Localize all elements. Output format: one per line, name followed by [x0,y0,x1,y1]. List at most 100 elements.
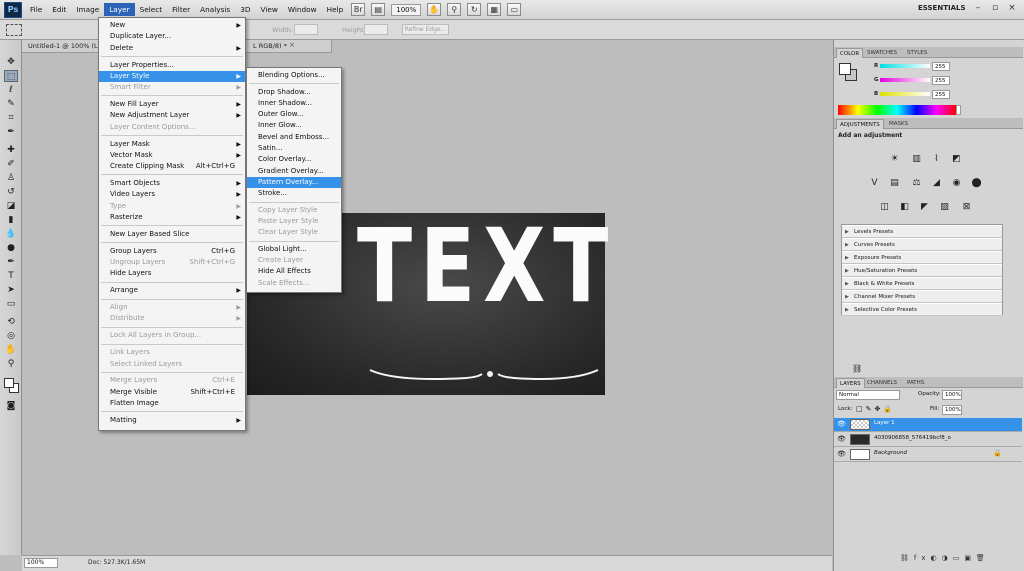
status-doc-size[interactable]: Doc: 527.3K/1.65M [88,559,145,566]
menu-item-blending-options[interactable]: Blending Options... [247,70,341,81]
red-slider[interactable] [880,64,930,68]
maximize-icon[interactable]: ▫ [989,3,1001,15]
layer-name[interactable]: 4030906858_576419bcf8_o [874,435,951,441]
menu-item-new-adjustment-layer[interactable]: New Adjustment Layer ▶ [99,110,245,121]
path-selection-tool-icon[interactable]: ➤ [4,284,18,296]
hand-tool-icon[interactable]: ✋ [4,344,18,356]
red-value[interactable]: 255 [932,62,950,71]
hue-saturation-icon[interactable]: ▤ [888,177,901,190]
levels-icon[interactable]: ▥ [910,153,923,166]
menu-item-satin[interactable]: Satin... [247,143,341,154]
menu-item-bevel-and-emboss[interactable]: Bevel and Emboss... [247,132,341,143]
move-tool-icon[interactable]: ✥ [4,56,18,68]
menu-item-pattern-overlay[interactable]: Pattern Overlay... [247,176,341,188]
visibility-eye-icon[interactable]: 👁 [837,450,846,458]
menu-item-layer-properties[interactable]: Layer Properties... [99,60,245,71]
spectrum-white-swatch[interactable] [956,105,961,115]
tab-adjustments[interactable]: ADJUSTMENTS [836,119,884,129]
layer-name[interactable]: Layer 1 [874,420,895,426]
color-spectrum-bar[interactable] [838,105,956,115]
menu-item-gradient-overlay[interactable]: Gradient Overlay... [247,166,341,177]
menu-item-matting[interactable]: Matting ▶ [99,415,245,426]
hand-tool-icon[interactable]: ✋ [427,3,442,16]
tab-swatches[interactable]: SWATCHES [864,48,900,58]
3d-rotate-tool-icon[interactable]: ⟲ [4,316,18,328]
menu-filter[interactable]: Filter [167,3,195,16]
crop-tool-icon[interactable]: ⌗ [4,112,18,124]
exposure-icon[interactable]: ◩ [950,153,963,166]
dodge-tool-icon[interactable]: ● [4,242,18,254]
gradient-tool-icon[interactable]: ▮ [4,214,18,226]
arrange-documents-icon[interactable]: ▦ [487,3,502,16]
menu-item-delete[interactable]: Delete ▶ [99,43,245,54]
workspace-switcher[interactable]: ESSENTIALS [918,4,966,12]
rect-marquee-tool-icon[interactable]: ⬚ [4,70,18,82]
menu-analysis[interactable]: Analysis [195,3,235,16]
menu-item-new-fill-layer[interactable]: New Fill Layer ▶ [99,99,245,110]
history-brush-tool-icon[interactable]: ↺ [4,186,18,198]
tab-styles[interactable]: STYLES [904,48,930,58]
posterize-icon[interactable]: ◧ [898,201,911,214]
tab-channels[interactable]: CHANNELS [864,378,900,388]
menu-item-video-layers[interactable]: Video Layers ▶ [99,189,245,200]
photo-filter-icon[interactable]: ◉ [950,177,963,190]
layer-row-background[interactable]: 👁 Background 🔒 [834,448,1022,462]
menu-item-inner-shadow[interactable]: Inner Shadow... [247,98,341,109]
tab-paths[interactable]: PATHS [904,378,927,388]
green-slider[interactable] [880,78,930,82]
menu-item-group-layers[interactable]: Group Layers Ctrl+G [99,246,245,257]
menu-item-hide-all-effects[interactable]: Hide All Effects [247,266,341,277]
green-value[interactable]: 255 [932,76,950,85]
curves-icon[interactable]: ⌇ [930,153,943,166]
menu-item-vector-mask[interactable]: Vector Mask ▶ [99,150,245,161]
bridge-icon[interactable]: Br [351,3,366,16]
visibility-eye-icon[interactable]: 👁 [837,420,846,428]
menu-item-rasterize[interactable]: Rasterize ▶ [99,212,245,223]
brush-tool-icon[interactable]: ✐ [4,158,18,170]
menu-item-stroke[interactable]: Stroke... [247,188,341,199]
quick-mask-icon[interactable]: ◙ [4,400,18,412]
channel-mixer-icon[interactable]: ⬤ [970,177,983,190]
clip-to-layer-icon[interactable]: ⛓ [852,364,862,373]
menu-view[interactable]: View [256,3,283,16]
black-white-icon[interactable]: ◢ [930,177,943,190]
layer-row-image[interactable]: 👁 4030906858_576419bcf8_o [834,433,1022,447]
menu-item-smart-objects[interactable]: Smart Objects ▶ [99,178,245,189]
menu-item-drop-shadow[interactable]: Drop Shadow... [247,87,341,98]
zoom-tool-icon[interactable]: ⚲ [4,358,18,370]
3d-orbit-tool-icon[interactable]: ◎ [4,330,18,342]
lasso-tool-icon[interactable]: ℓ [4,84,18,96]
tab-color[interactable]: COLOR [836,48,864,58]
screen-mode-icon[interactable]: ▭ [507,3,522,16]
menu-item-merge-visible[interactable]: Merge Visible Shift+Ctrl+E [99,387,245,398]
panel-foreground-swatch[interactable] [839,63,851,75]
menu-item-hide-layers[interactable]: Hide Layers [99,268,245,279]
tab-layers[interactable]: LAYERS [836,378,865,388]
menu-item-inner-glow[interactable]: Inner Glow... [247,120,341,131]
tab-masks[interactable]: MASKS [886,119,911,129]
preset-hue-saturation[interactable]: Hue/Saturation Presets [842,265,1002,277]
eyedropper-tool-icon[interactable]: ✒ [4,126,18,138]
menu-edit[interactable]: Edit [47,3,71,16]
menu-item-global-light[interactable]: Global Light... [247,244,341,255]
close-window-icon[interactable]: × [1006,3,1018,15]
height-input[interactable] [364,24,388,35]
quick-selection-tool-icon[interactable]: ✎ [4,98,18,110]
eraser-tool-icon[interactable]: ◪ [4,200,18,212]
menu-item-new-layer-based-slice[interactable]: New Layer Based Slice [99,229,245,240]
menu-item-outer-glow[interactable]: Outer Glow... [247,109,341,120]
preset-black-white[interactable]: Black & White Presets [842,278,1002,290]
menu-3d[interactable]: 3D [235,3,255,16]
menu-item-layer-mask[interactable]: Layer Mask ▶ [99,139,245,150]
blue-slider[interactable] [880,92,930,96]
menu-select[interactable]: Select [135,3,168,16]
minimize-icon[interactable]: – [972,3,984,15]
blur-tool-icon[interactable]: 💧 [4,228,18,240]
menu-item-layer-style[interactable]: Layer Style ▶ [99,70,245,82]
width-input[interactable] [294,24,318,35]
layer-row-layer-1[interactable]: 👁 Layer 1 [834,418,1022,432]
type-tool-icon[interactable]: T [4,270,18,282]
zoom-level-dropdown[interactable]: 100% [391,3,422,16]
blend-mode-select[interactable]: Normal [836,390,900,400]
rect-marquee-preset-icon[interactable] [6,24,22,36]
